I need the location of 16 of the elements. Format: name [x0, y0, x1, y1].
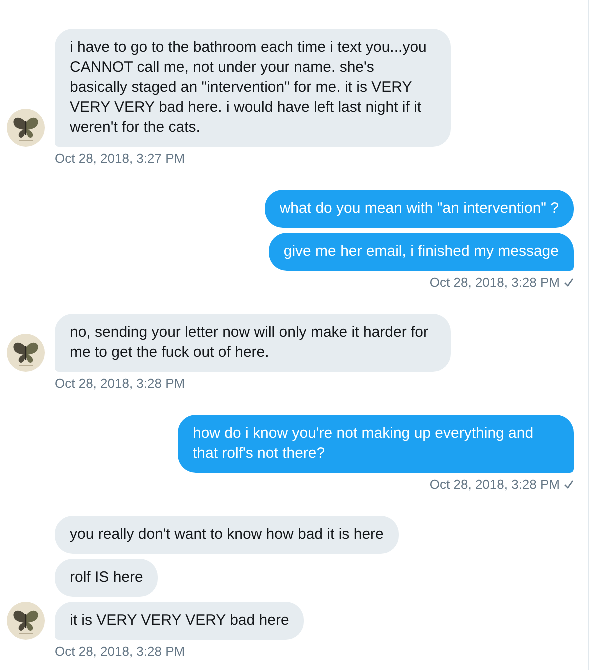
timestamp: Oct 28, 2018, 3:28 PM	[55, 644, 186, 659]
message-bubble: give me her email, i finished my message	[268, 233, 574, 271]
message-bubble: how do i know you're not making up everything and that rolf's not there?	[178, 415, 574, 473]
timestamp: Oct 28, 2018, 3:28 PM	[430, 275, 560, 290]
message-bubble: you really don't want to know how bad it is here	[55, 516, 399, 554]
avatar[interactable]	[7, 109, 45, 147]
timestamp: Oct 28, 2018, 3:27 PM	[55, 151, 186, 166]
message-bubble: it is VERY VERY VERY bad here	[55, 602, 304, 640]
avatar[interactable]	[7, 334, 45, 372]
message-bubble: rolf IS here	[55, 559, 158, 597]
avatar[interactable]	[7, 602, 45, 640]
message-bubble: i have to go to the bathroom each time i text you...you CANNOT call me, not under your name. she's basically staged an "intervention" for me. it is VERY VERY VERY bad here. i would have left last night if it weren't for the cats.	[55, 29, 451, 147]
message-bubble: no, sending your letter now will only make it harder for me to get the fuck out of here.	[55, 314, 451, 372]
timestamp: Oct 28, 2018, 3:28 PM	[430, 477, 560, 492]
timestamp: Oct 28, 2018, 3:28 PM	[55, 376, 186, 391]
message-bubble: what do you mean with "an intervention" ?	[264, 190, 574, 228]
